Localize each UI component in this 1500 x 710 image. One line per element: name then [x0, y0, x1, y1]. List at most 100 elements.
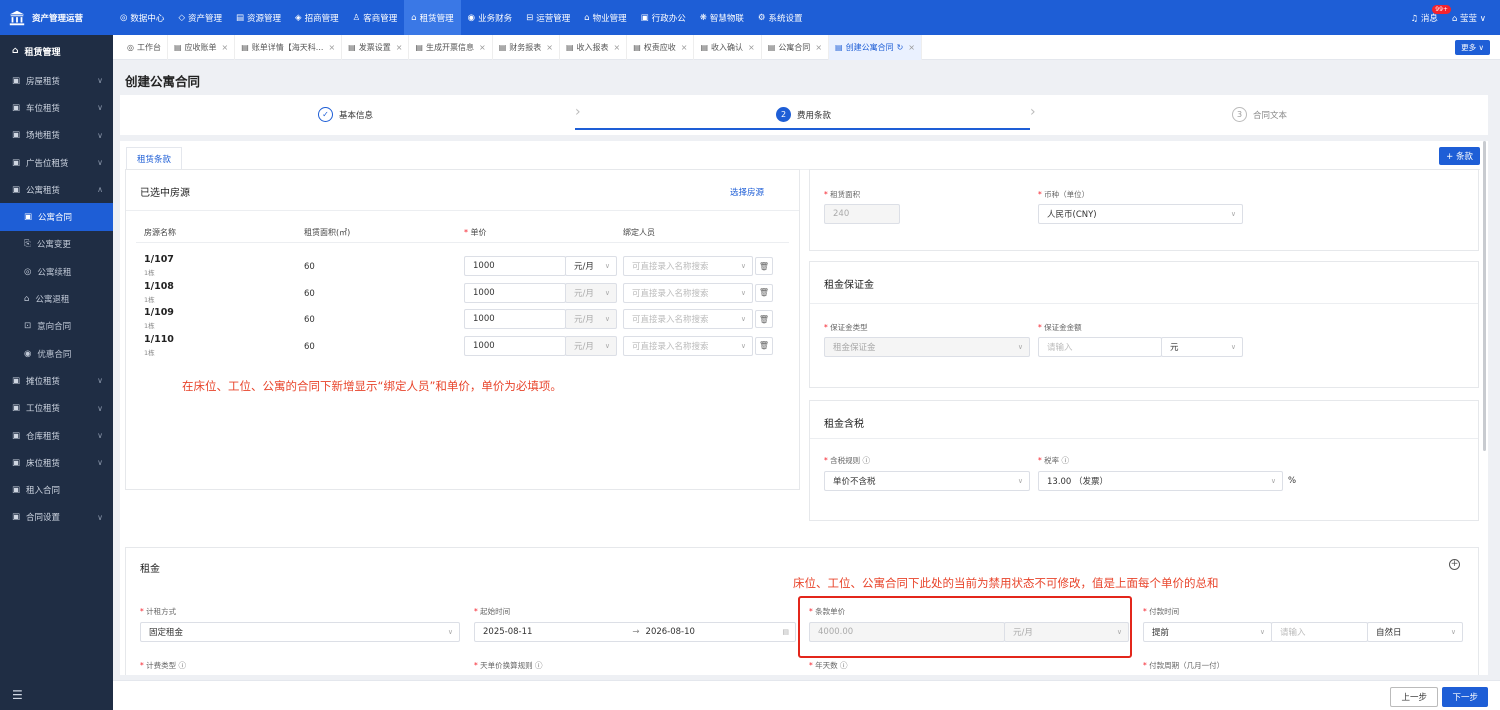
topnav-item[interactable]: ❋ 智慧物联 — [693, 0, 751, 35]
sidebar-item[interactable]: ▣ 公寓租赁 ∧ — [0, 176, 113, 203]
tab-item[interactable]: ▤ 发票设置 × — [342, 34, 410, 60]
topnav-item[interactable]: ⌂ 物业管理 — [577, 0, 633, 35]
price-input[interactable]: 1000 — [464, 256, 566, 276]
sidebar-item[interactable]: ▣ 床位租赁 ∨ — [0, 449, 113, 476]
prev-step-button[interactable]: 上一步 — [1390, 687, 1438, 707]
topnav-item[interactable]: ◇ 资产管理 — [171, 0, 229, 35]
close-icon[interactable]: × — [328, 43, 335, 52]
topnav-item[interactable]: ◈ 招商管理 — [288, 0, 346, 35]
menu-icon: ▣ — [12, 157, 21, 168]
bound-person-select[interactable]: 可直接录入名称搜索 ∨ — [623, 309, 753, 329]
pay-time-select[interactable]: 提前 ∨ — [1143, 622, 1272, 642]
menu-icon: ▣ — [12, 375, 21, 386]
trash-icon[interactable]: 🗑 — [755, 257, 773, 275]
close-icon[interactable]: × — [815, 43, 822, 52]
tax-rule-select[interactable]: 单价不含税 ∨ — [824, 471, 1030, 491]
refresh-icon[interactable]: ↻ — [897, 43, 904, 52]
sidebar-item[interactable]: ▣ 合同设置 ∨ — [0, 504, 113, 531]
top-nav-menu: ◎ 数据中心 ◇ 资产管理 ▤ 资源管理 ◈ 招商管理 ♙ 客商管理 ⌂ 租赁管理 ◉ 业务财务 ⊟ 运营管理… — [113, 0, 810, 35]
app-logo[interactable]: 资产管理运营 — [0, 9, 113, 27]
tab-item[interactable]: ▤ 创建公寓合同 ↻ × — [829, 34, 922, 60]
topnav-item[interactable]: ▣ 行政办公 — [634, 0, 693, 35]
sidebar-item[interactable]: ▣ 仓库租赁 ∨ — [0, 422, 113, 449]
messages-button[interactable]: ♫ 消息 99+ — [1411, 4, 1451, 24]
select-rooms-link[interactable]: 选择房源 — [730, 186, 764, 198]
trash-icon[interactable]: 🗑 — [755, 336, 773, 355]
price-input[interactable]: 1000 — [464, 335, 566, 356]
topnav-item[interactable]: ▤ 资源管理 — [229, 0, 288, 35]
trash-icon[interactable]: 🗑 — [755, 283, 773, 302]
main-content: 租赁条款 + 条款 已选中房源 选择房源 房源名称 租赁面积(㎡) * 单价 绑… — [120, 141, 1488, 675]
collapse-sidebar-icon[interactable]: ☰ — [12, 688, 23, 702]
topnav-item[interactable]: ♙ 客商管理 — [346, 0, 405, 35]
trash-icon[interactable]: 🗑 — [755, 310, 773, 328]
close-icon[interactable]: × — [396, 43, 403, 52]
sidebar-subitem[interactable]: ◎ 公寓续租 — [0, 258, 113, 285]
pay-day-type-select[interactable]: 自然日 ∨ — [1367, 622, 1463, 642]
close-icon[interactable]: × — [908, 43, 915, 52]
sidebar-item[interactable]: ▣ 车位租赁 ∨ — [0, 94, 113, 121]
close-icon[interactable]: × — [748, 43, 755, 52]
topnav-item[interactable]: ◉ 业务财务 — [461, 0, 519, 35]
sidebar-item[interactable]: ▣ 摊位租赁 ∨ — [0, 367, 113, 394]
sidebar-subitem[interactable]: ▣ 公寓合同 — [0, 203, 113, 231]
deposit-amount-input[interactable]: 请输入 — [1038, 337, 1162, 357]
close-icon[interactable]: × — [479, 43, 486, 52]
sidebar-subitem[interactable]: ⎘ 公寓变更 — [0, 231, 113, 258]
topnav-item[interactable]: ⚙ 系统设置 — [751, 0, 810, 35]
sidebar-item[interactable]: ▣ 房屋租赁 ∨ — [0, 67, 113, 94]
tab-item[interactable]: ▤ 收入报表 × — [560, 34, 628, 60]
tab-item[interactable]: ▤ 生成开票信息 × — [409, 34, 493, 60]
sidebar-subitem[interactable]: ⊡ 意向合同 — [0, 313, 113, 340]
tab-item[interactable]: ▤ 应收账单 × — [168, 34, 236, 60]
topnav-item[interactable]: ◎ 数据中心 — [113, 0, 171, 35]
close-icon[interactable]: × — [222, 43, 229, 52]
price-unit-select[interactable]: 元/月 ∨ — [565, 282, 617, 303]
step-basic-info[interactable]: ✓ 基本信息 — [318, 107, 373, 122]
add-term-button[interactable]: + 条款 — [1439, 147, 1480, 165]
date-range-picker[interactable]: 2025-08-11 → 2026-08-10 ▤ — [474, 622, 796, 642]
sidebar-item[interactable]: ▣ 场地租赁 ∨ — [0, 122, 113, 149]
chevron-down-icon: ∨ — [740, 288, 746, 297]
bound-person-select[interactable]: 可直接录入名称搜索 ∨ — [623, 256, 753, 276]
price-input[interactable]: 1000 — [464, 282, 566, 303]
step-contract-text[interactable]: 3 合同文本 — [1232, 107, 1287, 122]
user-menu[interactable]: ⌂ 莹莹 ∨ — [1452, 12, 1486, 24]
add-rent-icon[interactable]: + — [1449, 559, 1460, 570]
sidebar-subitem[interactable]: ◉ 优惠合同 — [0, 340, 113, 367]
chevron-icon: ∨ — [97, 103, 103, 113]
pay-days-input[interactable]: 请输入 — [1271, 622, 1368, 642]
scrollbar[interactable] — [1483, 141, 1486, 451]
price-unit-select[interactable]: 元/月 ∨ — [565, 335, 617, 356]
close-icon[interactable]: × — [681, 43, 688, 52]
close-icon[interactable]: × — [614, 43, 621, 52]
price-unit-select[interactable]: 元/月 ∨ — [565, 309, 617, 329]
close-icon[interactable]: × — [546, 43, 553, 52]
tab-item[interactable]: ▤ 公寓合同 × — [762, 34, 830, 60]
more-tabs-button[interactable]: 更多 ∨ — [1455, 40, 1490, 55]
tab-label: 生成开票信息 — [425, 42, 474, 52]
topnav-item[interactable]: ⌂ 租赁管理 — [404, 0, 461, 35]
next-step-button[interactable]: 下一步 — [1442, 687, 1488, 707]
tax-rate-select[interactable]: 13.00 （发票） ∨ — [1038, 471, 1283, 491]
sidebar-item[interactable]: ▣ 广告位租赁 ∨ — [0, 149, 113, 176]
tab-item[interactable]: ▤ 权责应收 × — [627, 34, 695, 60]
step-fee-terms[interactable]: 2 费用条款 — [776, 107, 831, 122]
sidebar-header[interactable]: ⌂ 租赁管理 — [0, 35, 113, 67]
sidebar-item[interactable]: ▣ 租入合同 — [0, 476, 113, 503]
price-unit-select[interactable]: 元/月 ∨ — [565, 256, 617, 276]
rent-method-select[interactable]: 固定租金 ∨ — [140, 622, 460, 642]
tab-item[interactable]: ▤ 收入确认 × — [694, 34, 762, 60]
currency-select[interactable]: 人民币(CNY) ∨ — [1038, 204, 1243, 224]
topnav-item[interactable]: ⊟ 运营管理 — [519, 0, 577, 35]
tab-item[interactable]: ▤ 财务报表 × — [493, 34, 560, 60]
sidebar-subitem[interactable]: ⌂ 公寓退租 — [0, 285, 113, 312]
bound-person-select[interactable]: 可直接录入名称搜索 ∨ — [623, 335, 753, 356]
tab-item[interactable]: ◎ 工作台 — [121, 34, 168, 60]
tab-item[interactable]: ▤ 账单详情【海天科... × — [235, 34, 343, 60]
sidebar-item[interactable]: ▣ 工位租赁 ∨ — [0, 395, 113, 422]
bound-person-select[interactable]: 可直接录入名称搜索 ∨ — [623, 282, 753, 303]
deposit-unit-select[interactable]: 元 ∨ — [1161, 337, 1243, 357]
tab-lease-terms[interactable]: 租赁条款 — [126, 147, 183, 169]
price-input[interactable]: 1000 — [464, 309, 566, 329]
